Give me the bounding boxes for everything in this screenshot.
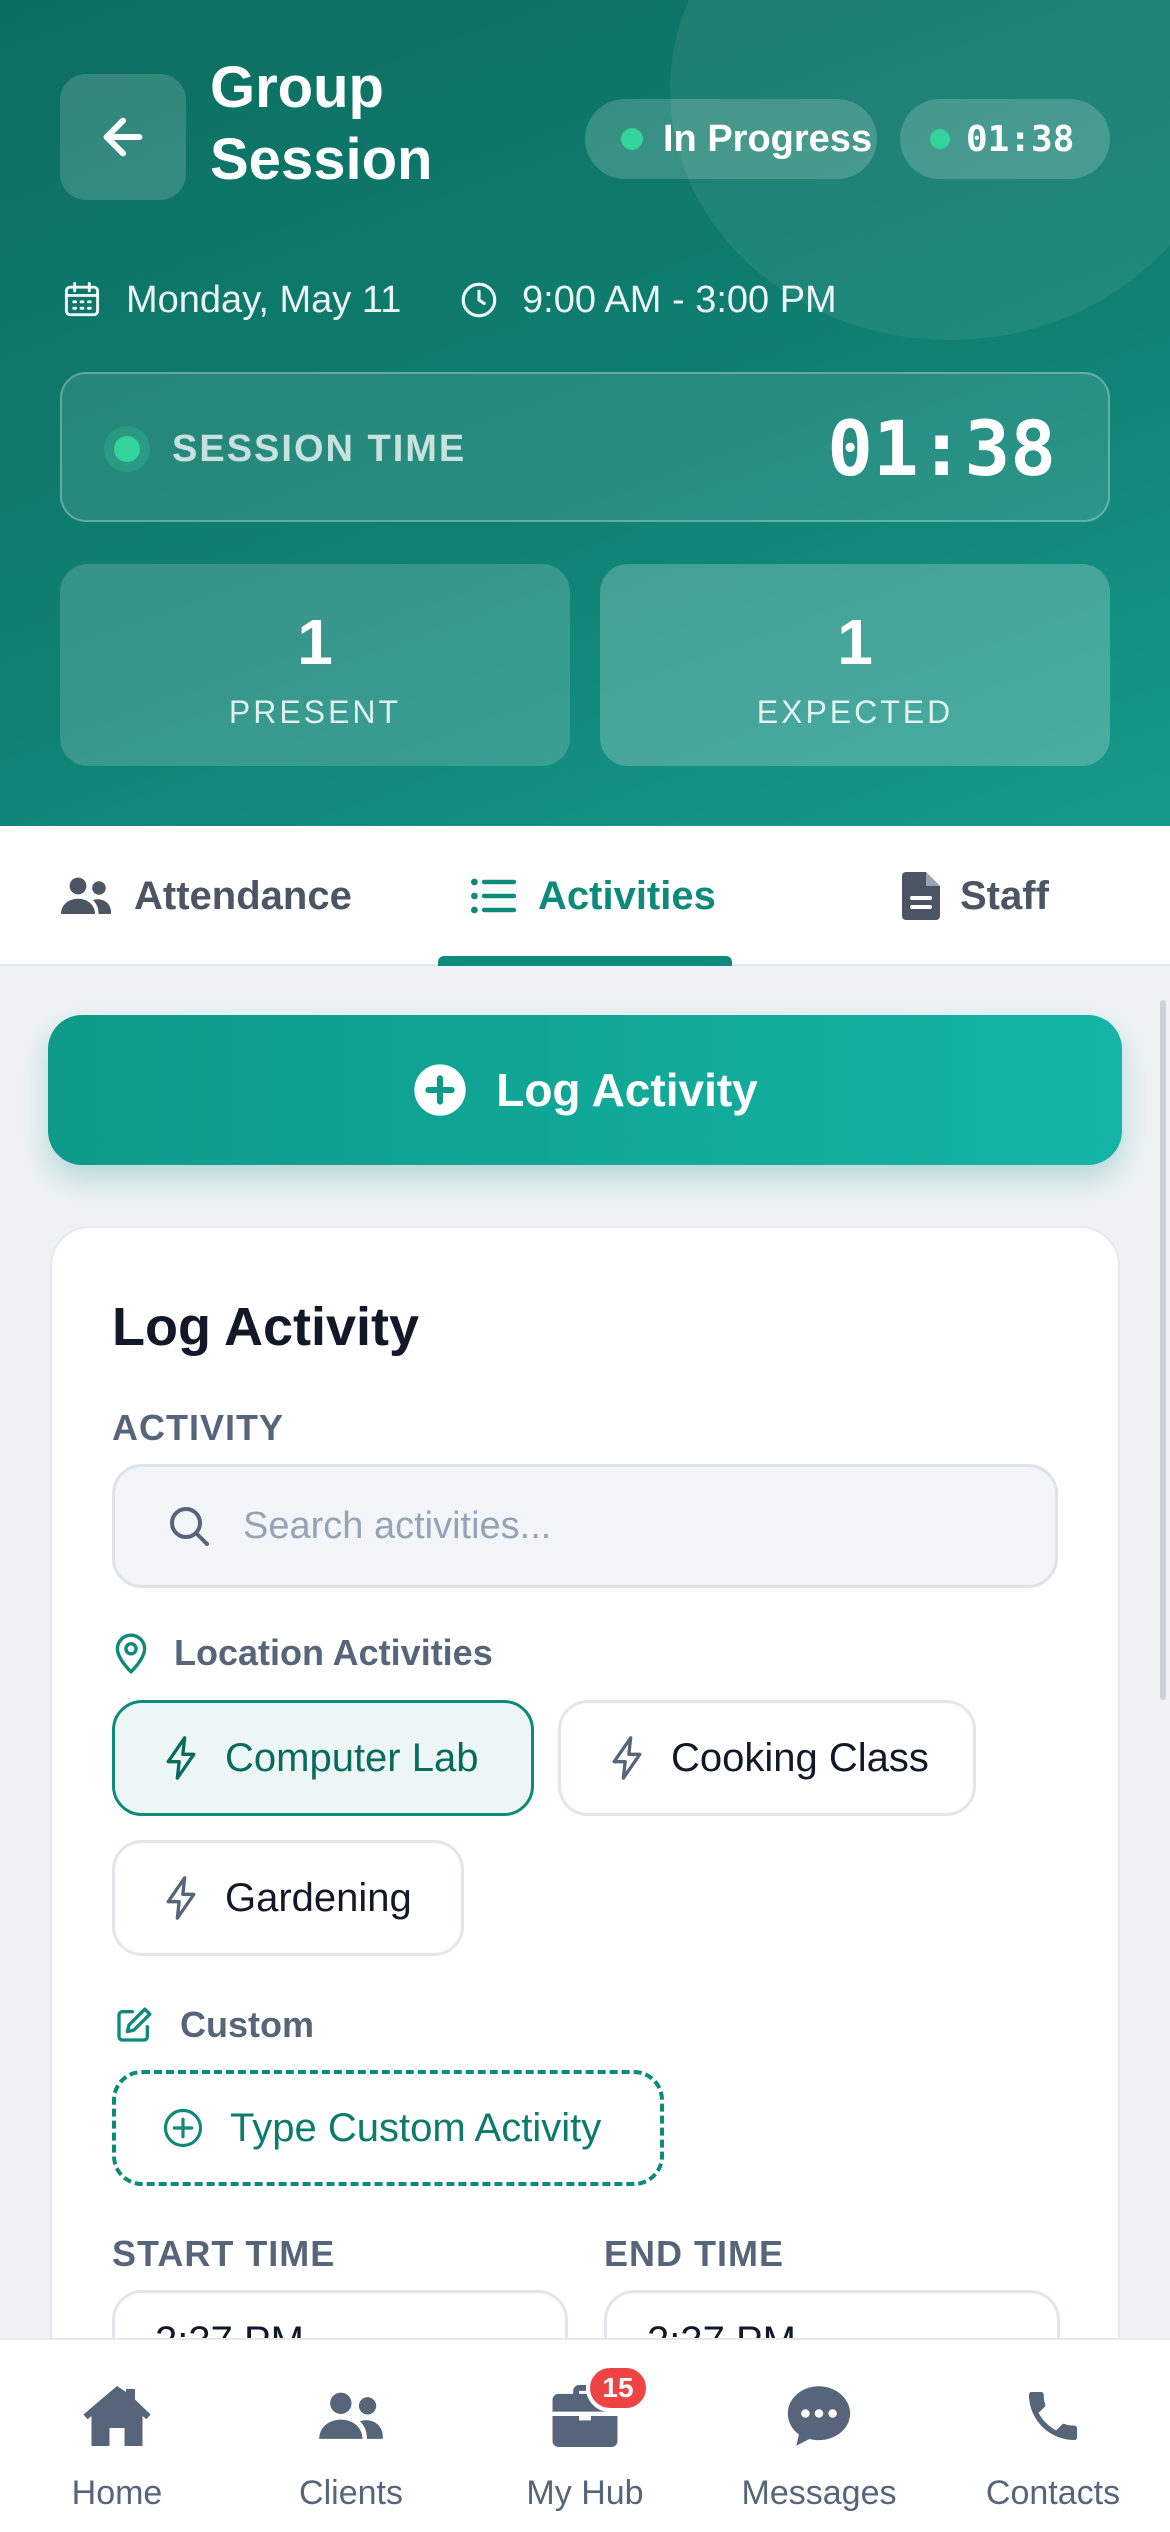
- tab-activities-label: Activities: [538, 873, 716, 918]
- activity-chip-label: Cooking Class: [671, 1735, 929, 1780]
- tab-staff-label: Staff: [960, 873, 1049, 918]
- stat-expected: 1 EXPECTED: [600, 564, 1110, 766]
- plus-circle-icon: [163, 2108, 203, 2148]
- document-icon: [902, 872, 940, 920]
- plus-circle-icon: [414, 1064, 466, 1116]
- log-activity-button-label: Log Activity: [496, 1064, 758, 1116]
- tab-attendance[interactable]: Attendance: [58, 826, 352, 966]
- lightning-icon: [612, 1736, 642, 1780]
- session-time-range-text: 9:00 AM - 3:00 PM: [522, 278, 837, 321]
- session-date-text: Monday, May 11: [126, 278, 402, 321]
- session-time-label: SESSION TIME: [172, 428, 467, 470]
- users-icon: [319, 2392, 383, 2439]
- nav-contacts-label: Contacts: [985, 2474, 1121, 2512]
- active-tab-indicator: [438, 956, 732, 966]
- activity-chip-computer-lab[interactable]: Computer Lab: [112, 1700, 534, 1816]
- stat-present-label: PRESENT: [228, 694, 402, 730]
- clock-icon: [461, 282, 497, 318]
- nav-messages-label: Messages: [741, 2474, 897, 2512]
- nav-home-label: Home: [71, 2474, 163, 2512]
- log-activity-button[interactable]: Log Activity: [48, 1015, 1122, 1165]
- timer-badge: 01:38: [900, 99, 1110, 179]
- card-title: Log Activity: [112, 1297, 420, 1357]
- page-title: Group Session: [210, 55, 433, 192]
- tab-bar: Attendance Activities Staff: [0, 826, 1170, 966]
- session-time-range: 9:00 AM - 3:00 PM: [458, 272, 837, 328]
- lightning-icon: [166, 1736, 196, 1780]
- scrollbar[interactable]: [1160, 1000, 1166, 1700]
- activity-search-input[interactable]: [243, 1504, 1003, 1548]
- activity-chip-cooking-class[interactable]: Cooking Class: [558, 1700, 976, 1816]
- custom-activity-button[interactable]: Type Custom Activity: [112, 2070, 664, 2186]
- custom-label: Custom: [180, 2004, 314, 2045]
- nav-home[interactable]: Home: [0, 2340, 234, 2532]
- custom-heading: Custom: [114, 2000, 314, 2050]
- home-icon: [83, 2386, 151, 2446]
- nav-clients[interactable]: Clients: [234, 2340, 468, 2532]
- stat-present-value: 1: [297, 606, 333, 678]
- bottom-navigation: Home Clients 15 My Hub Messages Contacts: [0, 2338, 1170, 2532]
- tab-attendance-label: Attendance: [134, 873, 352, 918]
- users-icon: [61, 877, 111, 914]
- back-button[interactable]: [60, 74, 186, 200]
- nav-messages[interactable]: Messages: [702, 2340, 936, 2532]
- activity-chip-gardening[interactable]: Gardening: [112, 1840, 464, 1956]
- status-badge: In Progress: [585, 99, 877, 179]
- search-icon: [170, 1507, 209, 1546]
- location-activities-heading: Location Activities: [114, 1628, 493, 1678]
- status-dot: [621, 128, 643, 150]
- location-activities-label: Location Activities: [174, 1632, 493, 1673]
- end-time-label: END TIME: [604, 2233, 785, 2274]
- list-icon: [471, 878, 517, 914]
- timer-dot: [930, 129, 950, 149]
- custom-activity-button-label: Type Custom Activity: [230, 2105, 602, 2150]
- session-date: Monday, May 11: [60, 272, 401, 328]
- notification-badge: 15: [586, 2364, 650, 2412]
- nav-my-hub-label: My Hub: [526, 2474, 644, 2512]
- nav-clients-label: Clients: [299, 2474, 403, 2512]
- session-timer: 01:38: [827, 404, 1056, 493]
- lightning-icon: [166, 1876, 196, 1920]
- activity-chip-label: Computer Lab: [225, 1735, 479, 1780]
- edit-icon: [117, 2007, 152, 2042]
- chat-icon: [787, 2386, 851, 2446]
- tab-activities[interactable]: Activities: [470, 826, 716, 966]
- timer-badge-value: 01:38: [966, 118, 1075, 160]
- stat-expected-value: 1: [837, 606, 873, 678]
- activity-search-field[interactable]: [112, 1464, 1058, 1588]
- stat-present: 1 PRESENT: [60, 564, 570, 766]
- activity-chip-label: Gardening: [225, 1875, 412, 1920]
- activity-label: ACTIVITY: [112, 1407, 285, 1448]
- stat-expected-label: EXPECTED: [756, 694, 954, 730]
- start-time-label: START TIME: [112, 2233, 336, 2274]
- phone-icon: [1029, 2392, 1077, 2440]
- session-time-panel: SESSION TIME 01:38: [60, 372, 1110, 522]
- nav-my-hub[interactable]: 15 My Hub: [468, 2340, 702, 2532]
- nav-contacts[interactable]: Contacts: [936, 2340, 1170, 2532]
- status-label: In Progress: [663, 117, 873, 160]
- tab-staff[interactable]: Staff: [902, 826, 1049, 966]
- session-header: Group Session In Progress 01:38 Monday, …: [0, 0, 1170, 826]
- session-live-indicator: [104, 426, 150, 472]
- log-activity-card: Log Activity ACTIVITY Location Activitie…: [50, 1226, 1120, 2532]
- calendar-icon: [64, 282, 100, 317]
- map-pin-icon: [115, 1633, 147, 1674]
- arrow-left-icon: [103, 117, 143, 157]
